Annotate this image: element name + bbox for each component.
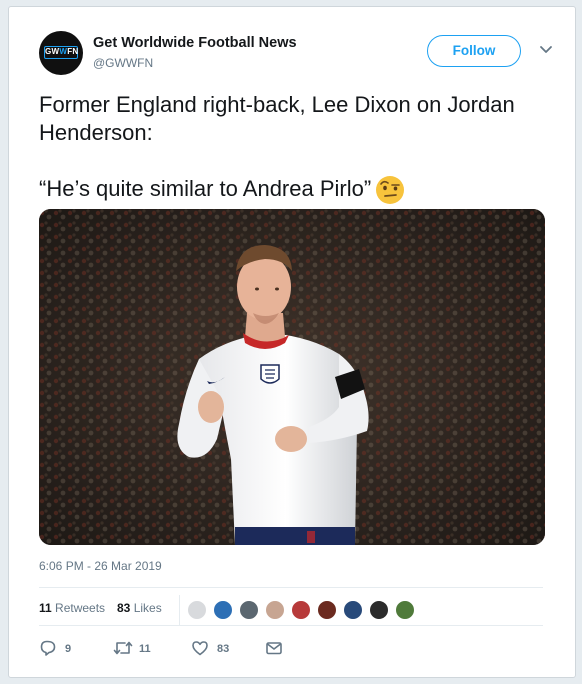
retweet-icon xyxy=(113,641,133,655)
handle[interactable]: @GWWFN xyxy=(93,54,297,72)
avatar-5[interactable] xyxy=(291,600,311,620)
likes-label: Likes xyxy=(133,601,162,615)
avatar-2[interactable] xyxy=(213,600,233,620)
like-count: 83 xyxy=(217,643,230,655)
avatar-9[interactable] xyxy=(395,600,415,620)
tweet-text: Former England right-back, Lee Dixon on … xyxy=(39,91,549,205)
avatar-1[interactable] xyxy=(187,600,207,620)
reply-icon xyxy=(40,640,56,656)
tweet-photo[interactable] xyxy=(39,209,545,545)
face-with-raised-eyebrow-icon xyxy=(376,176,405,205)
tweet-card: GWWFN Get Worldwide Football News @GWWFN… xyxy=(8,6,576,678)
avatar-8[interactable] xyxy=(369,600,389,620)
avatar-3[interactable] xyxy=(239,600,259,620)
likes-stat[interactable]: 83 Likes xyxy=(117,601,162,615)
retweets-count: 11 xyxy=(39,601,52,615)
tweet-text-line: Former England right-back, Lee Dixon on … xyxy=(39,92,515,145)
avatar-7[interactable] xyxy=(343,600,363,620)
retweets-label: Retweets xyxy=(55,601,106,615)
tweet-text-quote: “He’s quite similar to Andrea Pirlo” xyxy=(39,175,549,205)
avatar[interactable]: GWWFN xyxy=(39,31,83,75)
avatar-logo: GWWFN xyxy=(44,46,78,59)
follow-button[interactable]: Follow xyxy=(427,35,521,67)
divider xyxy=(39,625,543,626)
tweet-stats: 11 Retweets 83 Likes xyxy=(39,595,545,625)
retweet-count: 11 xyxy=(139,643,151,655)
stats-separator xyxy=(179,595,180,625)
likes-count: 83 xyxy=(117,601,131,615)
tweet-header: GWWFN Get Worldwide Football News @GWWFN… xyxy=(39,31,555,77)
display-name[interactable]: Get Worldwide Football News xyxy=(93,33,297,53)
retweets-stat[interactable]: 11 Retweets xyxy=(39,601,105,615)
tweet-timestamp[interactable]: 6:06 PM - 26 Mar 2019 xyxy=(39,559,162,573)
author-names: Get Worldwide Football News @GWWFN xyxy=(93,33,297,72)
heart-icon xyxy=(192,641,208,656)
chevron-down-icon[interactable] xyxy=(539,45,553,55)
tweet-actions: 9 11 83 xyxy=(39,637,339,661)
envelope-icon xyxy=(266,642,282,655)
avatar-6[interactable] xyxy=(317,600,337,620)
avatar-4[interactable] xyxy=(265,600,285,620)
player-photo xyxy=(39,209,545,545)
reply-count: 9 xyxy=(65,643,72,655)
divider xyxy=(39,587,543,588)
